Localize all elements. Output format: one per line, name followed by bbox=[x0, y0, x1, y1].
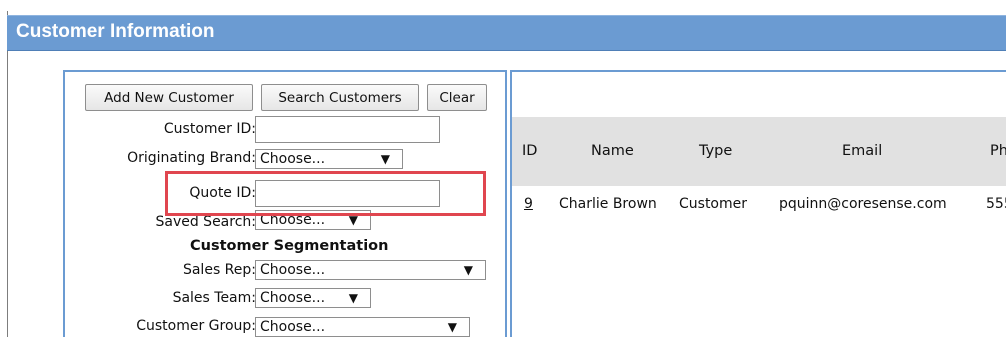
customer-group-label: Customer Group: bbox=[136, 318, 256, 334]
top-strip bbox=[0, 0, 1006, 11]
column-header-type[interactable]: Type bbox=[699, 143, 732, 159]
chevron-down-icon: ▼ bbox=[348, 291, 358, 305]
sales-team-value: Choose... bbox=[260, 290, 326, 306]
chevron-down-icon: ▼ bbox=[447, 320, 457, 334]
originating-brand-select[interactable]: Choose... ▼ bbox=[255, 149, 403, 169]
sales-rep-select[interactable]: Choose... ▼ bbox=[255, 260, 486, 280]
originating-brand-value: Choose... bbox=[260, 151, 326, 167]
sales-team-select[interactable]: Choose... ▼ bbox=[255, 288, 371, 308]
customer-group-value: Choose... bbox=[260, 319, 326, 335]
add-new-customer-button[interactable]: Add New Customer bbox=[85, 84, 253, 111]
customer-id-label: Customer ID: bbox=[163, 121, 256, 137]
column-header-id[interactable]: ID bbox=[522, 143, 537, 159]
section-title: Customer Information bbox=[16, 21, 215, 42]
search-customers-button[interactable]: Search Customers bbox=[261, 84, 419, 111]
row-phone: 555 bbox=[986, 196, 1006, 212]
row-id-link[interactable]: 9 bbox=[524, 196, 533, 212]
chevron-down-icon: ▼ bbox=[380, 152, 390, 166]
originating-brand-label: Originating Brand: bbox=[127, 150, 256, 166]
column-header-phone[interactable]: Pho bbox=[990, 143, 1006, 159]
row-name: Charlie Brown bbox=[559, 196, 657, 212]
column-header-email[interactable]: Email bbox=[842, 143, 882, 159]
customer-id-input[interactable] bbox=[255, 116, 440, 143]
sales-team-label: Sales Team: bbox=[172, 290, 256, 306]
segmentation-heading: Customer Segmentation bbox=[190, 238, 389, 254]
row-email: pquinn@coresense.com bbox=[779, 196, 947, 212]
clear-button[interactable]: Clear bbox=[427, 84, 487, 111]
sales-rep-label: Sales Rep: bbox=[182, 262, 256, 278]
section-header: Customer Information bbox=[7, 15, 1006, 51]
highlight-box bbox=[165, 171, 486, 216]
sales-rep-value: Choose... bbox=[260, 262, 326, 278]
column-header-name[interactable]: Name bbox=[591, 143, 634, 159]
table-header-row bbox=[512, 117, 1006, 186]
chevron-down-icon: ▼ bbox=[463, 263, 473, 277]
saved-search-label: Saved Search: bbox=[155, 214, 256, 230]
customer-group-select[interactable]: Choose... ▼ bbox=[255, 317, 470, 337]
row-type: Customer bbox=[679, 196, 748, 212]
